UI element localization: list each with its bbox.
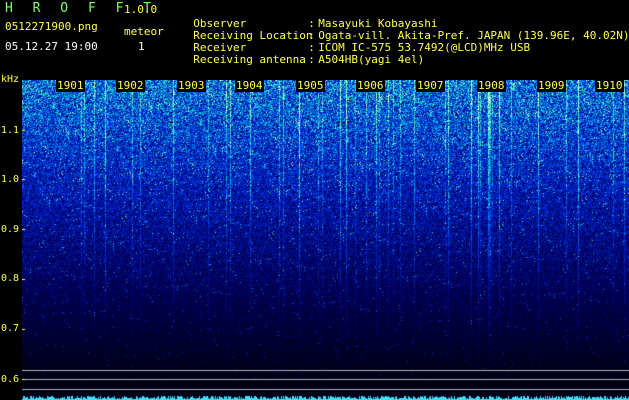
time-label: 1910 — [595, 79, 624, 92]
info-value: A504HB(yagi 4el) — [318, 53, 425, 66]
time-label: 1908 — [477, 79, 506, 92]
time-label: 1901 — [56, 79, 85, 92]
spectrogram-panel — [22, 80, 629, 400]
time-label: 1902 — [116, 79, 145, 92]
spectrogram — [22, 80, 629, 400]
time-label: 1909 — [537, 79, 566, 92]
y-label-0-9: 0.9 — [1, 224, 20, 235]
y-label-0-6: 0.6 — [1, 374, 20, 385]
time-label: 1903 — [177, 79, 206, 92]
info-key: Receiving antenna — [193, 53, 306, 66]
y-label-0-8: 0.8 — [1, 273, 20, 284]
meteor-label: meteor — [124, 25, 164, 38]
time-label: 1906 — [356, 79, 385, 92]
app-version: 1.0.0 — [124, 3, 158, 16]
timestamp: 05.12.27 19:00 — [5, 40, 98, 53]
info-separator: : — [308, 53, 315, 66]
frequency-unit-label: kHz — [1, 74, 20, 85]
time-axis: 1901 1902 1903 1904 1905 1906 1907 1908 … — [22, 80, 629, 94]
y-label-1-1: 1.1 — [1, 125, 20, 136]
y-label-0-7: 0.7 — [1, 323, 20, 334]
time-label: 1904 — [235, 79, 264, 92]
filename: 0512271900.png — [5, 20, 98, 33]
time-label: 1905 — [296, 79, 325, 92]
y-label-1-0: 1.0 — [1, 174, 20, 185]
frequency-axis: 1.1 1.0 0.9 0.8 0.7 0.6 — [0, 72, 22, 400]
meteor-count: 1 — [138, 40, 145, 53]
time-label: 1907 — [416, 79, 445, 92]
info-row-antenna: Receiving antenna: A504HB(yagi 4el) — [180, 40, 424, 66]
